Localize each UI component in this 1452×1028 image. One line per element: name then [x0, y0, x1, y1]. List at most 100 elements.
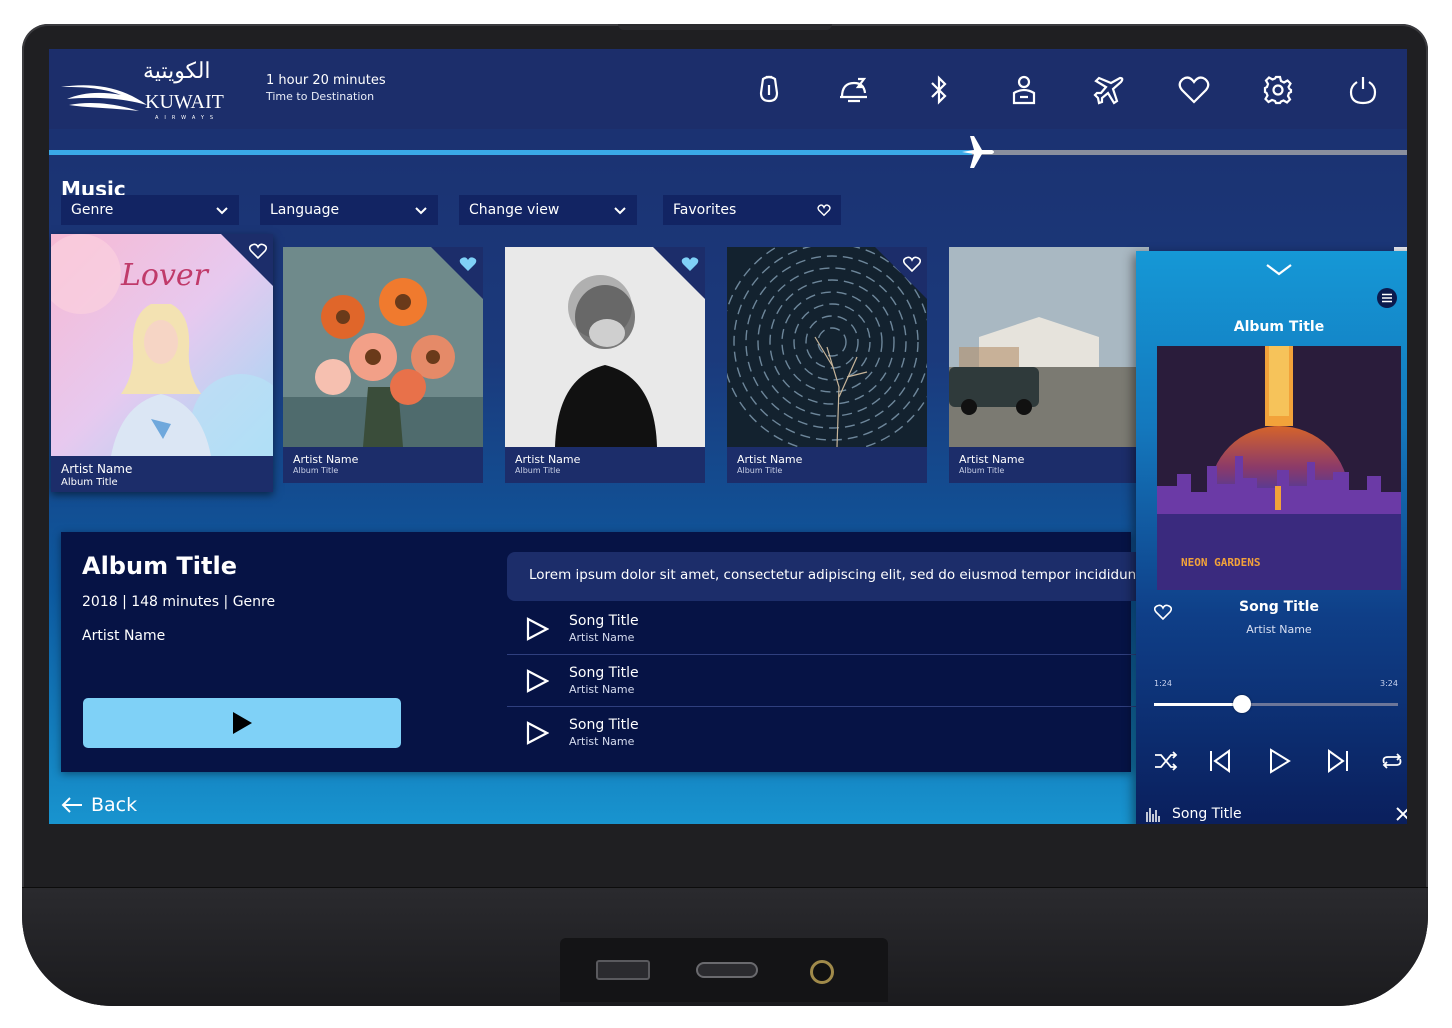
kuwait-airways-logo: الكويتية KUWAIT AIRWAYS [59, 57, 231, 123]
favorites-filter[interactable]: Favorites [663, 195, 841, 225]
card-artist-name: Artist Name [61, 462, 133, 476]
flight-time-label: Time to Destination [266, 90, 375, 103]
seat-icon[interactable] [1007, 73, 1041, 107]
play-song-icon[interactable] [525, 669, 549, 693]
album-cover [949, 247, 1149, 447]
card-album-title: Album Title [293, 466, 339, 475]
card-artist-name: Artist Name [293, 453, 359, 466]
card-album-title: Album Title [959, 466, 1005, 475]
queue-menu-icon[interactable] [1376, 287, 1398, 309]
previous-track-icon[interactable] [1206, 747, 1234, 775]
flight-progress-fill [49, 150, 973, 155]
card-album-title: Album Title [515, 466, 561, 475]
chevron-down-icon [216, 207, 228, 215]
detail-artist-name: Artist Name [82, 628, 166, 644]
elapsed-time: 1:24 [1154, 679, 1172, 688]
album-detail-panel: Album Title 2018 | 148 minutes | Genre A… [61, 532, 1147, 772]
player-album-title: Album Title [1233, 319, 1325, 335]
card-artist-name: Artist Name [515, 453, 581, 466]
album-card[interactable]: Lover Artist Name Album Title [51, 234, 273, 492]
detail-album-meta: 2018 | 148 minutes | Genre [82, 594, 276, 610]
top-header: الكويتية KUWAIT AIRWAYS 1 hour 20 minute… [49, 49, 1407, 129]
logo-arabic-text: الكويتية [143, 59, 211, 84]
flight-icon[interactable] [1092, 73, 1126, 107]
player-artist-name: Artist Name [1246, 623, 1312, 636]
detail-album-title: Album Title [82, 552, 238, 580]
song-artist: Artist Name [569, 631, 635, 644]
equalizer-icon [1146, 808, 1160, 822]
now-playing-bar[interactable]: Song Title [1136, 794, 1407, 824]
player-song-title: Song Title [1239, 599, 1319, 615]
power-icon[interactable] [1346, 73, 1380, 107]
tablet-device: الكويتية KUWAIT AIRWAYS 1 hour 20 minute… [22, 24, 1428, 1006]
favorites-filter-label: Favorites [673, 202, 737, 218]
shuffle-icon[interactable] [1152, 747, 1180, 775]
chevron-down-icon[interactable] [1264, 261, 1294, 279]
card-album-title: Album Title [61, 477, 118, 488]
back-label: Back [91, 794, 138, 816]
close-icon[interactable] [1396, 807, 1407, 821]
device-base [22, 887, 1428, 1006]
song-title: Song Title [569, 717, 639, 733]
song-row[interactable]: Song Title Artist Name [507, 706, 1147, 758]
language-dropdown-label: Language [270, 202, 340, 218]
back-button[interactable]: Back [61, 794, 137, 816]
heart-filled-icon[interactable] [681, 255, 699, 273]
change-view-dropdown-label: Change view [469, 202, 560, 218]
usb-port[interactable] [596, 960, 650, 980]
song-row[interactable]: Song Title Artist Name [507, 602, 1147, 655]
favorites-icon[interactable] [1177, 73, 1211, 107]
heart-outline-icon[interactable] [903, 255, 921, 273]
chevron-down-icon [415, 207, 427, 215]
card-artist-name: Artist Name [959, 453, 1025, 466]
album-card[interactable]: Artist Name Album Title [949, 247, 1149, 483]
next-track-icon[interactable] [1324, 747, 1352, 775]
heart-filled-icon[interactable] [459, 255, 477, 273]
cover-title-text: NEON GARDENS [1181, 556, 1260, 569]
call-attendant-icon[interactable] [837, 73, 871, 107]
album-card[interactable]: Artist Name Album Title [283, 247, 483, 483]
seek-handle[interactable] [1232, 695, 1251, 713]
play-icon [233, 712, 252, 734]
language-dropdown[interactable]: Language [260, 195, 438, 225]
logo-swoosh-icon [61, 85, 147, 111]
now-playing-title: Song Title [1172, 806, 1242, 822]
card-album-title: Album Title [737, 466, 783, 475]
song-title: Song Title [569, 613, 639, 629]
bluetooth-icon[interactable] [922, 73, 956, 107]
song-row[interactable]: Song Title Artist Name [507, 654, 1147, 707]
airplane-icon [962, 136, 995, 168]
song-artist: Artist Name [569, 735, 635, 748]
card-artist-name: Artist Name [737, 453, 803, 466]
logo-name: KUWAIT [145, 91, 224, 113]
cover-script-text: Lover [121, 258, 209, 293]
change-view-dropdown[interactable]: Change view [459, 195, 637, 225]
flight-time: 1 hour 20 minutes [266, 73, 386, 88]
song-title: Song Title [569, 665, 639, 681]
heart-icon [817, 204, 831, 217]
music-player-panel: Album Title NEON GARDENS Song Title Arti… [1136, 251, 1407, 824]
album-card[interactable]: Artist Name Album Title [727, 247, 927, 483]
screen: الكويتية KUWAIT AIRWAYS 1 hour 20 minute… [49, 49, 1407, 824]
light-icon[interactable] [752, 73, 786, 107]
player-album-art: NEON GARDENS [1157, 346, 1401, 590]
genre-dropdown[interactable]: Genre [61, 195, 239, 225]
heart-outline-icon[interactable] [249, 242, 267, 260]
album-description: Lorem ipsum dolor sit amet, consectetur … [507, 552, 1147, 601]
play-song-icon[interactable] [525, 721, 549, 745]
logo-subtitle: AIRWAYS [155, 115, 220, 121]
play-icon[interactable] [1265, 747, 1293, 775]
play-album-button[interactable] [83, 698, 401, 748]
repeat-icon[interactable] [1378, 747, 1406, 775]
usb-c-port[interactable] [696, 962, 758, 978]
port-panel [560, 938, 888, 1002]
genre-dropdown-label: Genre [71, 202, 114, 218]
album-card[interactable]: Artist Name Album Title [505, 247, 705, 483]
arrow-left-icon [61, 797, 82, 813]
headphone-jack[interactable] [810, 960, 834, 984]
play-song-icon[interactable] [525, 617, 549, 641]
total-time: 3:24 [1380, 679, 1398, 688]
settings-icon[interactable] [1261, 73, 1295, 107]
song-artist: Artist Name [569, 683, 635, 696]
device-top-notch [618, 24, 832, 30]
